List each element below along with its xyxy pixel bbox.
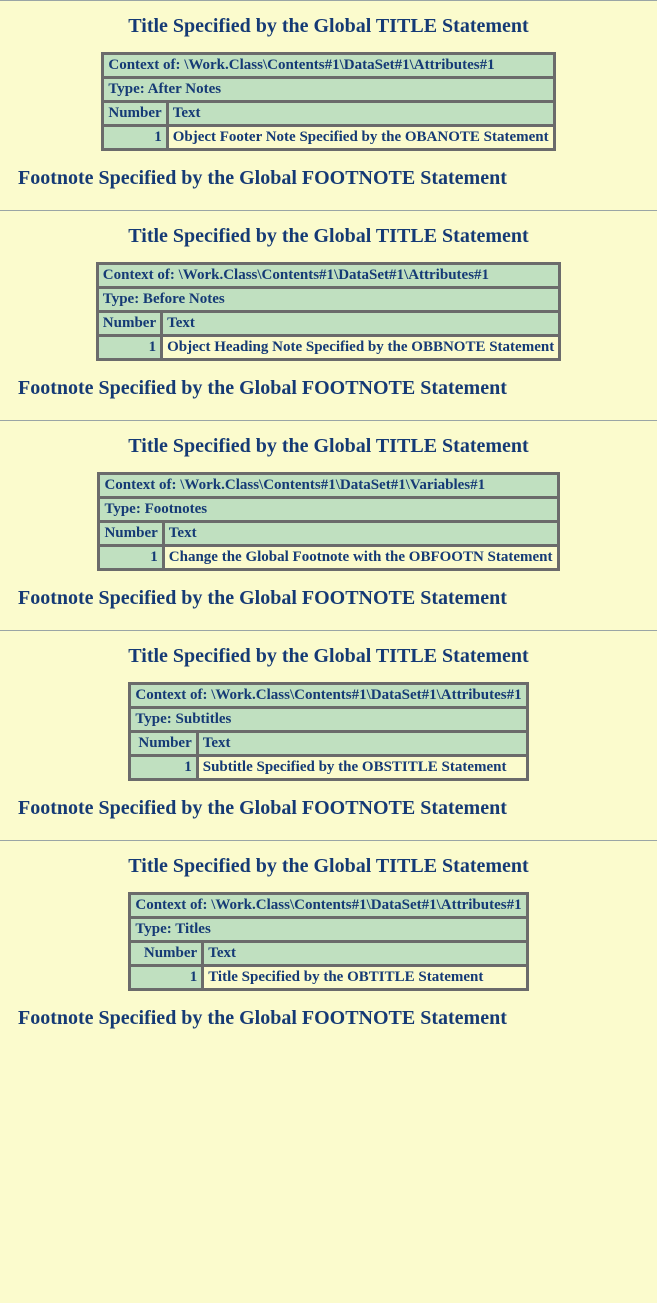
type-cell: Type: Before Notes [98, 288, 559, 311]
row-number: 1 [130, 966, 202, 989]
type-cell: Type: After Notes [103, 78, 553, 101]
row-number: 1 [99, 546, 162, 569]
page-footnote: Footnote Specified by the Global FOOTNOT… [18, 587, 657, 610]
col-header-text: Text [162, 312, 559, 335]
col-header-number: Number [130, 732, 196, 755]
col-header-text: Text [168, 102, 554, 125]
row-number: 1 [130, 756, 196, 779]
table-row: 1Title Specified by the OBTITLE Statemen… [130, 966, 526, 989]
row-number: 1 [98, 336, 161, 359]
row-text: Object Heading Note Specified by the OBB… [162, 336, 559, 359]
context-cell: Context of: \Work.Class\Contents#1\DataS… [130, 684, 526, 707]
col-header-text: Text [198, 732, 527, 755]
table-row: 1Change the Global Footnote with the OBF… [99, 546, 557, 569]
page-footnote: Footnote Specified by the Global FOOTNOT… [18, 377, 657, 400]
table-row: 1Subtitle Specified by the OBSTITLE Stat… [130, 756, 526, 779]
row-text: Subtitle Specified by the OBSTITLE State… [198, 756, 527, 779]
page-footnote: Footnote Specified by the Global FOOTNOT… [18, 1007, 657, 1030]
output-table: Context of: \Work.Class\Contents#1\DataS… [128, 682, 528, 781]
context-cell: Context of: \Work.Class\Contents#1\DataS… [98, 264, 559, 287]
page-title: Title Specified by the Global TITLE Stat… [0, 225, 657, 248]
output-table: Context of: \Work.Class\Contents#1\DataS… [97, 472, 559, 571]
page-footnote: Footnote Specified by the Global FOOTNOT… [18, 167, 657, 190]
row-text: Title Specified by the OBTITLE Statement [203, 966, 526, 989]
type-cell: Type: Footnotes [99, 498, 557, 521]
row-text: Object Footer Note Specified by the OBAN… [168, 126, 554, 149]
table-row: 1Object Footer Note Specified by the OBA… [103, 126, 553, 149]
row-number: 1 [103, 126, 166, 149]
col-header-number: Number [103, 102, 166, 125]
output-table: Context of: \Work.Class\Contents#1\DataS… [101, 52, 555, 151]
col-header-number: Number [99, 522, 162, 545]
page-title: Title Specified by the Global TITLE Stat… [0, 645, 657, 668]
type-cell: Type: Titles [130, 918, 526, 941]
page-title: Title Specified by the Global TITLE Stat… [0, 15, 657, 38]
row-text: Change the Global Footnote with the OBFO… [164, 546, 558, 569]
page-title: Title Specified by the Global TITLE Stat… [0, 435, 657, 458]
type-cell: Type: Subtitles [130, 708, 526, 731]
context-cell: Context of: \Work.Class\Contents#1\DataS… [99, 474, 557, 497]
col-header-text: Text [164, 522, 558, 545]
output-table: Context of: \Work.Class\Contents#1\DataS… [96, 262, 561, 361]
col-header-number: Number [130, 942, 202, 965]
col-header-text: Text [203, 942, 526, 965]
output-table: Context of: \Work.Class\Contents#1\DataS… [128, 892, 528, 991]
table-row: 1Object Heading Note Specified by the OB… [98, 336, 559, 359]
context-cell: Context of: \Work.Class\Contents#1\DataS… [103, 54, 553, 77]
col-header-number: Number [98, 312, 161, 335]
page-footnote: Footnote Specified by the Global FOOTNOT… [18, 797, 657, 820]
context-cell: Context of: \Work.Class\Contents#1\DataS… [130, 894, 526, 917]
page-title: Title Specified by the Global TITLE Stat… [0, 855, 657, 878]
